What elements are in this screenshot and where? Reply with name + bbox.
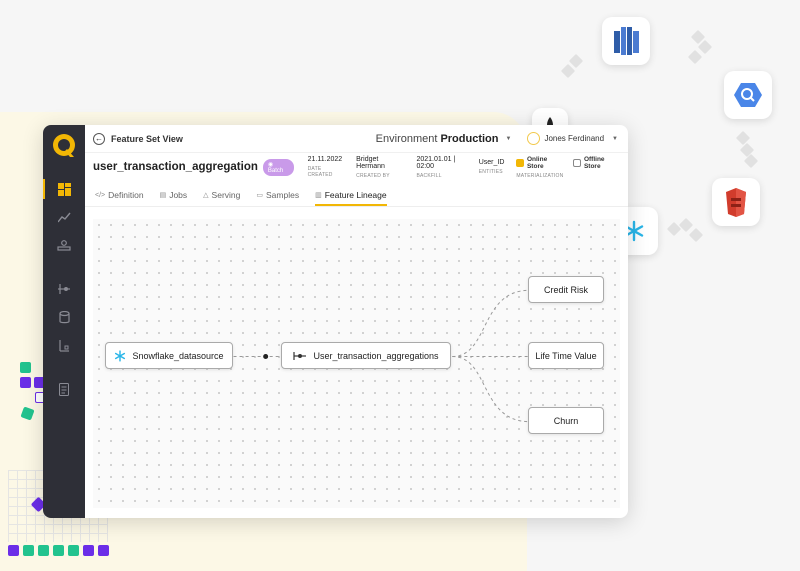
meta-offline-store: Offline Store — [573, 156, 620, 179]
tab-definition[interactable]: </> Definition — [95, 190, 144, 206]
node-credit-risk[interactable]: Credit Risk — [528, 276, 604, 303]
chevron-down-icon: ▼ — [505, 135, 512, 142]
meta-date-created: 21.11.2022 DATE CREATED — [307, 156, 343, 178]
environment-selector[interactable]: Environment Production ▼ — [376, 133, 512, 145]
meta-backfill: 2021.01.01 | 02:00 BACKFILL — [416, 155, 456, 179]
node-lifetime-value[interactable]: Life Time Value — [528, 342, 604, 369]
lineage-icon[interactable] — [43, 333, 85, 357]
sidebar — [43, 125, 85, 518]
meta-created-by: Bridget Hermann CREATED BY — [356, 155, 390, 179]
bigquery-icon — [724, 71, 772, 119]
lineage-canvas[interactable]: Snowflake_datasource User_transaction_ag… — [93, 219, 620, 508]
decor-diamond — [568, 53, 584, 69]
offline-store: Offline Store — [573, 156, 620, 170]
decor-square — [20, 362, 31, 373]
lineage-tab-icon: ▥ — [315, 192, 322, 199]
top-bar: ← Feature Set View Environment Productio… — [85, 125, 628, 153]
code-icon: </> — [95, 191, 106, 199]
samples-icon: ▭ — [256, 192, 263, 199]
edge-to-credit-risk — [452, 289, 530, 357]
database-icon[interactable] — [43, 305, 85, 329]
view-title: Feature Set View — [111, 133, 183, 144]
s3-icon — [712, 178, 760, 226]
pipeline-icon[interactable] — [43, 277, 85, 301]
decor-square — [20, 377, 31, 388]
entities-icon[interactable] — [43, 233, 85, 257]
node-churn[interactable]: Churn — [528, 407, 604, 434]
back-arrow-icon[interactable]: ← — [93, 132, 105, 145]
environment-label: Environment — [375, 132, 438, 145]
serving-icon: △ — [203, 192, 209, 199]
document-icon[interactable] — [43, 377, 85, 401]
chevron-down-icon: ▼ — [612, 135, 618, 142]
tab-serving[interactable]: △ Serving — [203, 190, 240, 206]
meta-entities: User_ID ENTITIES — [478, 159, 505, 175]
dashboard-icon[interactable] — [43, 177, 85, 201]
qwak-logo — [53, 134, 75, 157]
decor-diamond — [688, 227, 704, 243]
environment-value: Production — [440, 132, 499, 145]
snowflake-icon — [115, 349, 126, 362]
feature-set-info: user_transaction_aggregation ◉ Batch 21.… — [85, 153, 628, 181]
decor-diamond — [697, 39, 713, 55]
edge-dot — [263, 353, 269, 359]
avatar — [527, 132, 541, 145]
decor-diamond — [687, 49, 703, 65]
feature-set-name: user_transaction_aggregation — [93, 161, 258, 173]
decor-diamond — [560, 63, 576, 79]
decor-squares-row — [8, 545, 109, 556]
analytics-icon[interactable] — [43, 205, 85, 229]
edge-to-churn — [452, 355, 530, 423]
tab-samples[interactable]: ▭ Samples — [256, 190, 299, 206]
user-name: Jones Ferdinand — [544, 134, 605, 143]
redshift-icon — [602, 17, 650, 65]
featureset-icon — [293, 351, 307, 360]
online-store-icon — [516, 158, 524, 167]
batch-badge: ◉ Batch — [262, 158, 294, 176]
decor-diamond — [678, 217, 694, 233]
main-panel: ← Feature Set View Environment Productio… — [85, 125, 628, 518]
tab-feature-lineage[interactable]: ▥ Feature Lineage — [315, 190, 387, 206]
meta-materialization: Online Store MATERIALIZATION — [516, 155, 564, 179]
jobs-icon: ▤ — [159, 192, 167, 199]
tab-jobs[interactable]: ▤ Jobs — [160, 190, 188, 206]
app-window: ← Feature Set View Environment Productio… — [43, 125, 628, 518]
user-menu[interactable]: Jones Ferdinand ▼ — [527, 132, 618, 145]
offline-store-icon — [573, 158, 581, 167]
node-snowflake-datasource[interactable]: Snowflake_datasource — [105, 342, 233, 369]
tab-bar: </> Definition ▤ Jobs △ Serving ▭ Samples ▥ F… — [85, 181, 628, 207]
node-featureset[interactable]: User_transaction_aggregations — [281, 342, 451, 369]
online-store: Online Store — [516, 156, 563, 170]
